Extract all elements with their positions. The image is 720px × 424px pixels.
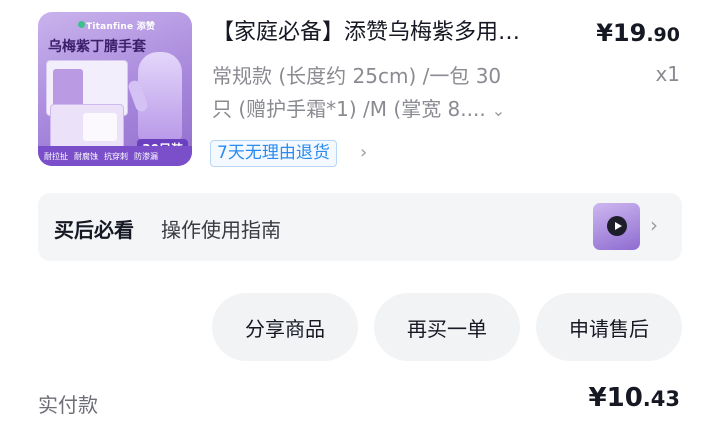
product-thumbnail[interactable]: Titanfine 添赞 乌梅紫丁腈手套 30只装 耐拉扯 耐腐蚀 抗穿刺 防渗… [38,12,192,166]
price-currency: ¥ [596,19,613,47]
usage-guide-card[interactable]: 买后必看 操作使用指南 › [38,193,682,261]
buy-again-button[interactable]: 再买一单 [374,293,520,361]
spec-line-1: 常规款 (长度约 25cm) /一包 30 [212,64,502,88]
spec-line-2-row: 只 (赠护手霜*1) /M (掌宽 8.... ⌄ [212,93,552,127]
play-icon [607,216,627,236]
feature-label: 防渗漏 [134,151,158,161]
product-quantity: x1 [655,62,680,86]
guide-video-thumbnail[interactable] [593,203,640,250]
thumbnail-brand: Titanfine 添赞 [86,22,156,32]
glove-image [138,52,182,144]
paid-integer: 10 [606,383,643,413]
thumbnail-features: 耐拉扯 耐腐蚀 抗穿刺 防渗漏 [38,146,192,166]
after-sales-button[interactable]: 申请售后 [536,293,682,361]
guide-label: 买后必看 [54,218,134,242]
product-spec[interactable]: 常规款 (长度约 25cm) /一包 30 只 (赠护手霜*1) /M (掌宽 … [212,60,552,127]
price-decimal: .90 [646,24,680,46]
return-policy-tag[interactable]: 7天无理由退货 [210,140,337,167]
package-image-2 [50,104,124,150]
product-price: ¥19.90 [596,17,680,51]
price-integer: 19 [612,19,647,47]
feature-label: 抗穿刺 [104,151,128,161]
spec-line-2: 只 (赠护手霜*1) /M (掌宽 8.... [212,97,486,121]
guide-text: 操作使用指南 [161,218,281,242]
paid-decimal: .43 [642,387,680,411]
chevron-right-icon[interactable]: › [650,213,658,237]
brand-logo-icon [78,21,85,28]
product-title[interactable]: 【家庭必备】添赞乌梅紫多用… [212,17,576,49]
feature-label: 耐拉扯 [44,151,68,161]
chevron-down-icon[interactable]: ⌄ [492,94,505,127]
paid-amount: ¥10.43 [589,383,680,413]
chevron-right-icon[interactable]: › [360,142,367,163]
share-product-button[interactable]: 分享商品 [212,293,358,361]
paid-amount-label: 实付款 [38,393,98,417]
paid-currency: ¥ [588,383,607,413]
feature-label: 耐腐蚀 [74,151,98,161]
thumbnail-product-name: 乌梅紫丁腈手套 [48,39,146,55]
